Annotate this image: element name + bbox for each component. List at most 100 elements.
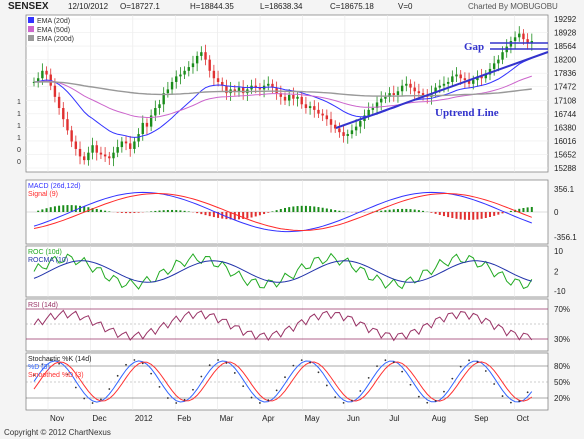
price-left-tick-label: 1 <box>17 123 21 130</box>
macd-histogram-bar <box>150 211 153 212</box>
stoch-k-point <box>267 399 270 402</box>
candle-body <box>66 119 69 131</box>
candle-body <box>371 108 375 110</box>
stoch-k-point <box>150 372 153 375</box>
candle-body <box>212 70 216 79</box>
candle-body <box>405 83 408 86</box>
macd-histogram-bar <box>447 212 450 218</box>
candle-body <box>237 87 241 92</box>
candle-body <box>170 81 174 90</box>
candle-body <box>267 83 270 86</box>
stoch-k-point <box>83 397 86 400</box>
candle-body <box>438 85 441 88</box>
price-tick-label: 17472 <box>554 83 577 92</box>
stoch-k-point <box>426 401 429 404</box>
x-tick-label: Aug <box>432 414 446 423</box>
macd-histogram-bar <box>108 211 111 212</box>
candle-body <box>509 41 513 47</box>
stoch-k-point <box>125 363 127 366</box>
candle-body <box>120 141 124 148</box>
x-tick-label: Feb <box>177 414 191 423</box>
candle-body <box>74 141 78 149</box>
stoch-k-point <box>300 359 303 361</box>
macd-histogram-bar <box>309 206 312 212</box>
candle-body <box>108 156 111 159</box>
candle-body <box>283 96 287 101</box>
legend-swatch <box>28 26 34 32</box>
stoch-k-point <box>443 390 445 393</box>
stoch-k-point <box>158 385 161 388</box>
stoch-k-point <box>476 361 479 363</box>
signal-legend: Signal (9) <box>28 191 58 198</box>
candle-body <box>116 147 119 153</box>
macd-histogram-bar <box>338 210 341 212</box>
stoch-k-point <box>518 400 521 403</box>
macd-histogram-bar <box>430 212 433 213</box>
macd-histogram-bar <box>200 212 203 215</box>
macd-histogram-bar <box>497 212 500 215</box>
candle-body <box>141 122 144 135</box>
macd-histogram-bar <box>49 207 52 212</box>
price-tick-label: 16016 <box>554 137 577 146</box>
rocma-legend: ROCMA (10) <box>28 257 68 264</box>
stoch-k-point <box>284 376 286 379</box>
candle-body <box>492 63 496 69</box>
candle-body <box>57 96 61 109</box>
stoch-k-point <box>242 385 245 388</box>
candle-body <box>292 94 295 99</box>
macd-histogram-bar <box>522 207 525 212</box>
stoch-k-point <box>108 388 111 390</box>
stoch-k-point <box>217 359 219 361</box>
stoch-k-point <box>250 396 253 399</box>
candle-body <box>384 96 387 99</box>
macd-histogram-bar <box>162 210 165 212</box>
stoch-k-point <box>359 390 362 392</box>
macd-histogram-bar <box>392 209 395 212</box>
macd-histogram-bar <box>484 212 487 218</box>
stoch-k-point <box>510 401 512 404</box>
candle-body <box>325 115 329 120</box>
stoch-k-point <box>225 362 228 364</box>
x-tick-label: May <box>304 414 319 423</box>
candle-body <box>216 78 220 82</box>
stoch-k-point <box>208 364 211 367</box>
chart-canvas: Nov Dec 2012 Feb Mar Apr May Jun Jul Aug Sep Oct 192… <box>17 14 577 423</box>
macd-histogram-bar <box>271 211 274 212</box>
macd-histogram-bar <box>296 206 299 212</box>
macd-histogram-bar <box>468 212 471 220</box>
candle-body <box>195 55 199 64</box>
stoch-k-point <box>141 362 144 365</box>
macd-histogram-bar <box>166 210 169 212</box>
macd-histogram-bar <box>292 206 295 212</box>
macd-histogram-bar <box>417 210 420 212</box>
macd-histogram-bar <box>405 208 408 212</box>
macd-histogram-bar <box>37 210 40 212</box>
stoch-k-point <box>275 389 278 392</box>
candle-body <box>367 109 370 116</box>
macd-histogram-bar <box>321 207 324 212</box>
macd-histogram-bar <box>41 209 44 212</box>
candle-body <box>472 80 475 84</box>
candle-body <box>53 85 57 97</box>
macd-histogram-bar <box>334 210 337 212</box>
macd-histogram-bar <box>120 212 123 213</box>
price-tick-label: 15652 <box>554 150 577 159</box>
candle-body <box>133 141 136 149</box>
candle-body <box>183 70 186 75</box>
price-left-tick-label: 0 <box>17 147 21 154</box>
price-tick-label: 18564 <box>554 42 577 51</box>
candle-body <box>421 93 425 95</box>
macd-histogram-bar <box>463 212 466 220</box>
macd-histogram-bar <box>509 210 512 212</box>
candle-body <box>200 52 203 56</box>
roc-axis-label: -10 <box>554 287 566 296</box>
price-tick-label: 18200 <box>554 56 577 65</box>
macd-histogram-bar <box>413 209 416 212</box>
macd-histogram-bar <box>179 210 182 212</box>
price-left-tick-label: 1 <box>17 99 21 106</box>
macd-legend: MACD (26d,12d) <box>28 183 81 190</box>
candle-body <box>518 33 521 38</box>
stoch-k-point <box>501 395 504 397</box>
macd-histogram-bar <box>330 209 333 212</box>
stoch-k-point <box>351 399 353 402</box>
